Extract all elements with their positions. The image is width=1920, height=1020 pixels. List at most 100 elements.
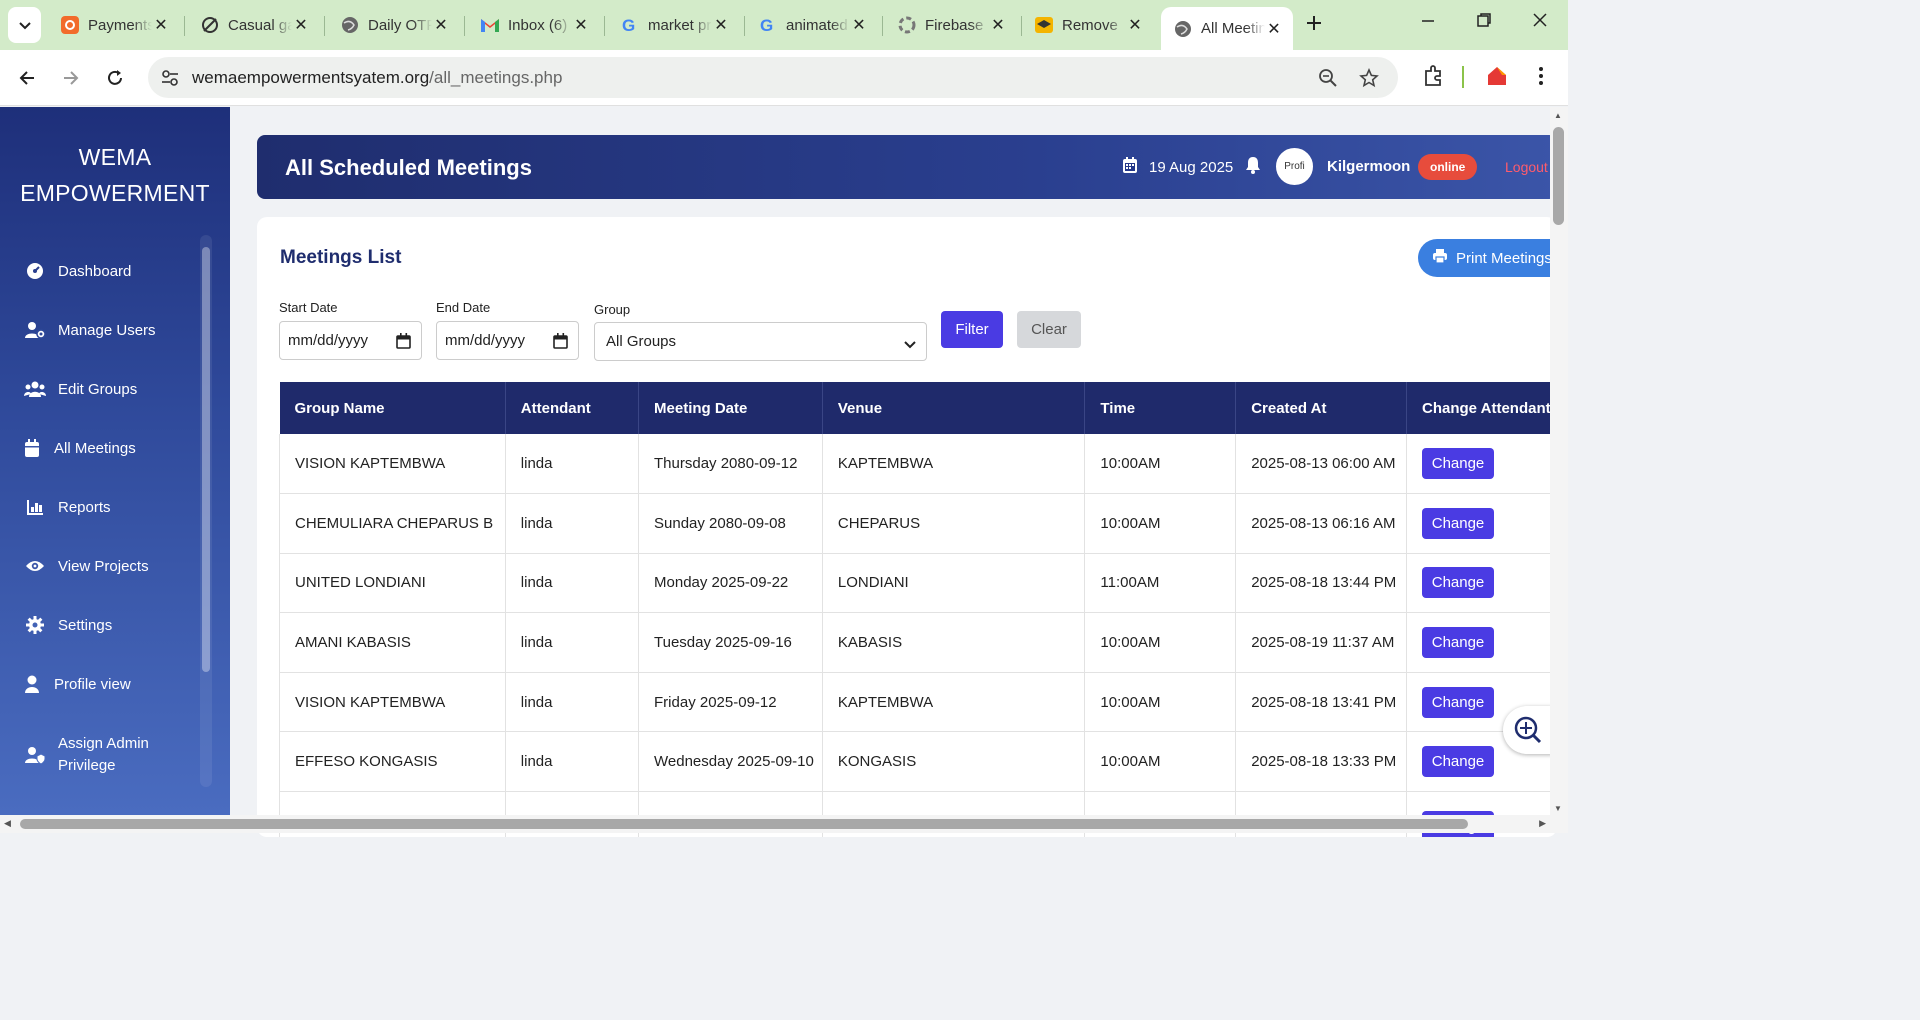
sidebar-item-reports[interactable]: Reports bbox=[24, 498, 111, 516]
sidebar-item-profile-view[interactable]: Profile view bbox=[24, 675, 131, 693]
sidebar-item-settings[interactable]: Settings bbox=[24, 616, 112, 634]
new-tab-button[interactable] bbox=[1305, 12, 1323, 38]
sidebar-item-all-meetings[interactable]: All Meetings bbox=[24, 439, 136, 457]
sidebar-item-manage-users[interactable]: Manage Users bbox=[24, 321, 156, 339]
close-tab-icon[interactable]: ✕ bbox=[989, 15, 1007, 35]
reload-button[interactable] bbox=[101, 64, 129, 92]
close-tab-icon[interactable]: ✕ bbox=[572, 15, 590, 35]
scroll-left-arrow-icon[interactable]: ◀ bbox=[4, 818, 11, 829]
sidebar-scrollbar-thumb[interactable] bbox=[202, 247, 210, 672]
change-attendant-button[interactable]: Change bbox=[1422, 567, 1495, 599]
horizontal-scrollbar-thumb[interactable] bbox=[20, 819, 1468, 829]
column-header-created-at[interactable]: Created At bbox=[1235, 382, 1408, 434]
back-button[interactable] bbox=[13, 64, 41, 92]
close-tab-icon[interactable]: ✕ bbox=[850, 15, 868, 35]
cell-change-attendant: Change bbox=[1406, 553, 1557, 614]
calendar-picker-icon[interactable] bbox=[396, 333, 411, 353]
column-header-group-name[interactable]: Group Name bbox=[279, 382, 506, 434]
printer-icon bbox=[1432, 248, 1448, 268]
toolbar-divider bbox=[1462, 66, 1464, 93]
print-meetings-button[interactable]: Print Meetings bbox=[1418, 239, 1557, 277]
filter-button[interactable]: Filter bbox=[941, 311, 1003, 348]
browser-menu-icon[interactable] bbox=[1533, 65, 1549, 92]
column-header-venue[interactable]: Venue bbox=[822, 382, 1086, 434]
start-date-input[interactable]: mm/dd/yyyy bbox=[279, 321, 422, 360]
column-header-change-attendant[interactable]: Change Attendant bbox=[1406, 382, 1557, 434]
extension-house-icon[interactable] bbox=[1486, 65, 1508, 92]
browser-tab-active[interactable]: All Meetings ✕ bbox=[1161, 7, 1293, 50]
browser-tab-5[interactable]: G market prices ✕ bbox=[608, 8, 740, 42]
browser-tab-2[interactable]: Casual game ✕ bbox=[188, 8, 320, 42]
sidebar-item-edit-groups[interactable]: Edit Groups bbox=[24, 380, 137, 398]
address-bar[interactable]: wemaempowermentsyatem.org/all_meetings.p… bbox=[148, 57, 1398, 98]
restore-button[interactable] bbox=[1476, 12, 1492, 33]
cell-venue: KONGASIS bbox=[822, 731, 1086, 793]
browser-tab-3[interactable]: Daily OTP ✕ bbox=[328, 8, 460, 42]
tab-search-button[interactable] bbox=[8, 7, 41, 43]
table-row: VISION KAPTEMBWA linda Thursday 2080-09-… bbox=[279, 434, 1557, 495]
scroll-right-arrow-icon[interactable]: ▶ bbox=[1539, 818, 1546, 829]
close-tab-icon[interactable]: ✕ bbox=[1265, 19, 1283, 39]
close-tab-icon[interactable]: ✕ bbox=[152, 15, 170, 35]
vertical-scrollbar-thumb[interactable] bbox=[1553, 127, 1564, 225]
tab-title: Inbox (6) bbox=[508, 16, 568, 34]
cell-group-name: EFFESO KONGASIS bbox=[279, 731, 506, 793]
browser-tab-4[interactable]: Inbox (6) ✕ bbox=[468, 8, 600, 42]
svg-text:G: G bbox=[760, 16, 773, 35]
clear-button[interactable]: Clear bbox=[1017, 311, 1081, 348]
table-header-row: Group Name Attendant Meeting Date Venue … bbox=[279, 382, 1557, 434]
sidebar-item-assign-admin[interactable]: Assign Admin Privilege bbox=[24, 733, 149, 777]
browser-tab-1[interactable]: Payments ✕ bbox=[48, 8, 180, 42]
column-header-time[interactable]: Time bbox=[1084, 382, 1237, 434]
page-vertical-scrollbar[interactable]: ▲ ▼ bbox=[1550, 107, 1568, 815]
cell-created-at: 2025-08-19 11:37 AM bbox=[1235, 612, 1408, 673]
change-attendant-button[interactable]: Change bbox=[1422, 627, 1495, 659]
change-attendant-button[interactable]: Change bbox=[1422, 686, 1495, 718]
logout-link[interactable]: Logout bbox=[1505, 159, 1548, 175]
sidebar-scrollbar[interactable] bbox=[200, 235, 212, 787]
cell-time: 10:00AM bbox=[1084, 434, 1237, 495]
url-domain: wemaempowermentsyatem.org bbox=[192, 68, 430, 87]
browser-tab-6[interactable]: G animated ✕ bbox=[746, 8, 878, 42]
bookmark-star-icon[interactable] bbox=[1359, 68, 1379, 93]
close-tab-icon[interactable]: ✕ bbox=[712, 15, 730, 35]
minimize-button[interactable] bbox=[1420, 12, 1436, 33]
page-horizontal-scrollbar[interactable]: ◀ ▶ bbox=[0, 815, 1568, 833]
change-attendant-button[interactable]: Change bbox=[1422, 507, 1495, 539]
cell-attendant: linda bbox=[505, 612, 640, 673]
site-info-icon[interactable] bbox=[160, 68, 180, 93]
forward-button[interactable] bbox=[57, 64, 85, 92]
bell-icon[interactable] bbox=[1245, 156, 1261, 179]
restore-icon bbox=[1477, 13, 1491, 27]
browser-tab-8[interactable]: Remove ✕ bbox=[1022, 8, 1154, 42]
tab-title: Remove bbox=[1062, 16, 1118, 34]
column-header-attendant[interactable]: Attendant bbox=[505, 382, 640, 434]
close-window-button[interactable] bbox=[1532, 12, 1548, 33]
meetings-card: Meetings List Print Meetings Start Date … bbox=[257, 217, 1557, 837]
sidebar-item-dashboard[interactable]: Dashboard bbox=[24, 262, 131, 280]
sidebar-item-label: View Projects bbox=[58, 557, 149, 575]
browser-tab-7[interactable]: Firebase ✕ bbox=[885, 8, 1017, 42]
avatar-alt-text: Profi bbox=[1284, 161, 1305, 172]
scroll-up-arrow-icon[interactable]: ▲ bbox=[1554, 111, 1562, 120]
sidebar-item-label: Edit Groups bbox=[58, 380, 138, 398]
change-attendant-button[interactable]: Change bbox=[1422, 746, 1495, 778]
zoom-in-icon bbox=[1514, 716, 1542, 744]
extensions-icon[interactable] bbox=[1422, 65, 1444, 92]
group-select[interactable]: All Groups bbox=[594, 322, 927, 361]
column-header-meeting-date[interactable]: Meeting Date bbox=[638, 382, 823, 434]
avatar[interactable]: Profi bbox=[1276, 148, 1313, 185]
end-date-input[interactable]: mm/dd/yyyy bbox=[436, 321, 579, 360]
close-tab-icon[interactable]: ✕ bbox=[1126, 15, 1144, 35]
tab-title: All Meetings bbox=[1201, 20, 1265, 37]
zoom-icon[interactable] bbox=[1318, 68, 1338, 93]
change-attendant-button[interactable]: Change bbox=[1422, 448, 1495, 480]
close-tab-icon[interactable]: ✕ bbox=[432, 15, 450, 35]
group-select-value: All Groups bbox=[606, 333, 677, 350]
close-tab-icon[interactable]: ✕ bbox=[292, 15, 310, 35]
accessibility-zoom-button[interactable] bbox=[1503, 706, 1553, 754]
calendar-picker-icon[interactable] bbox=[553, 333, 568, 353]
scroll-down-arrow-icon[interactable]: ▼ bbox=[1554, 804, 1562, 813]
sidebar-item-view-projects[interactable]: View Projects bbox=[24, 557, 149, 575]
chevron-down-icon bbox=[904, 337, 916, 354]
